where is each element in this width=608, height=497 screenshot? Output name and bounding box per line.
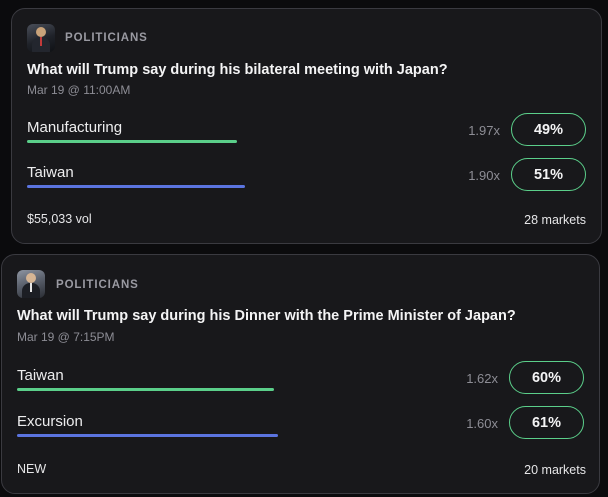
politician-avatar: [17, 270, 45, 298]
politician-avatar: [27, 24, 55, 52]
market-question[interactable]: What will Trump say during his bilateral…: [27, 62, 448, 78]
outcome-percent-button[interactable]: 49%: [511, 113, 586, 146]
market-question[interactable]: What will Trump say during his Dinner wi…: [17, 308, 516, 324]
outcome-percent-button[interactable]: 51%: [511, 158, 586, 191]
market-date: Mar 19 @ 7:15PM: [17, 330, 115, 344]
outcome-label: Taiwan: [27, 164, 74, 181]
outcome-multiplier: 1.62x: [466, 371, 498, 386]
market-date: Mar 19 @ 11:00AM: [27, 83, 131, 97]
outcome-bar: [27, 185, 245, 188]
outcome-percent-button[interactable]: 60%: [509, 361, 584, 394]
outcome-bar: [17, 434, 278, 437]
outcome-multiplier: 1.60x: [466, 416, 498, 431]
markets-count[interactable]: 28 markets: [524, 213, 586, 227]
markets-count[interactable]: 20 markets: [524, 463, 586, 477]
outcome-bar: [17, 388, 274, 391]
outcome-label: Excursion: [17, 413, 83, 430]
category-label: POLITICIANS: [65, 32, 148, 44]
outcome-percent-button[interactable]: 61%: [509, 406, 584, 439]
category-label: POLITICIANS: [56, 279, 139, 291]
outcome-label: Taiwan: [17, 367, 64, 384]
market-card[interactable]: POLITICIANS What will Trump say during h…: [1, 254, 600, 494]
outcome-multiplier: 1.97x: [468, 123, 500, 138]
new-badge: NEW: [17, 462, 47, 476]
outcome-bar: [27, 140, 237, 143]
volume-label: $55,033 vol: [27, 212, 92, 226]
market-card[interactable]: POLITICIANS What will Trump say during h…: [11, 8, 602, 244]
outcome-multiplier: 1.90x: [468, 168, 500, 183]
outcome-label: Manufacturing: [27, 119, 123, 136]
